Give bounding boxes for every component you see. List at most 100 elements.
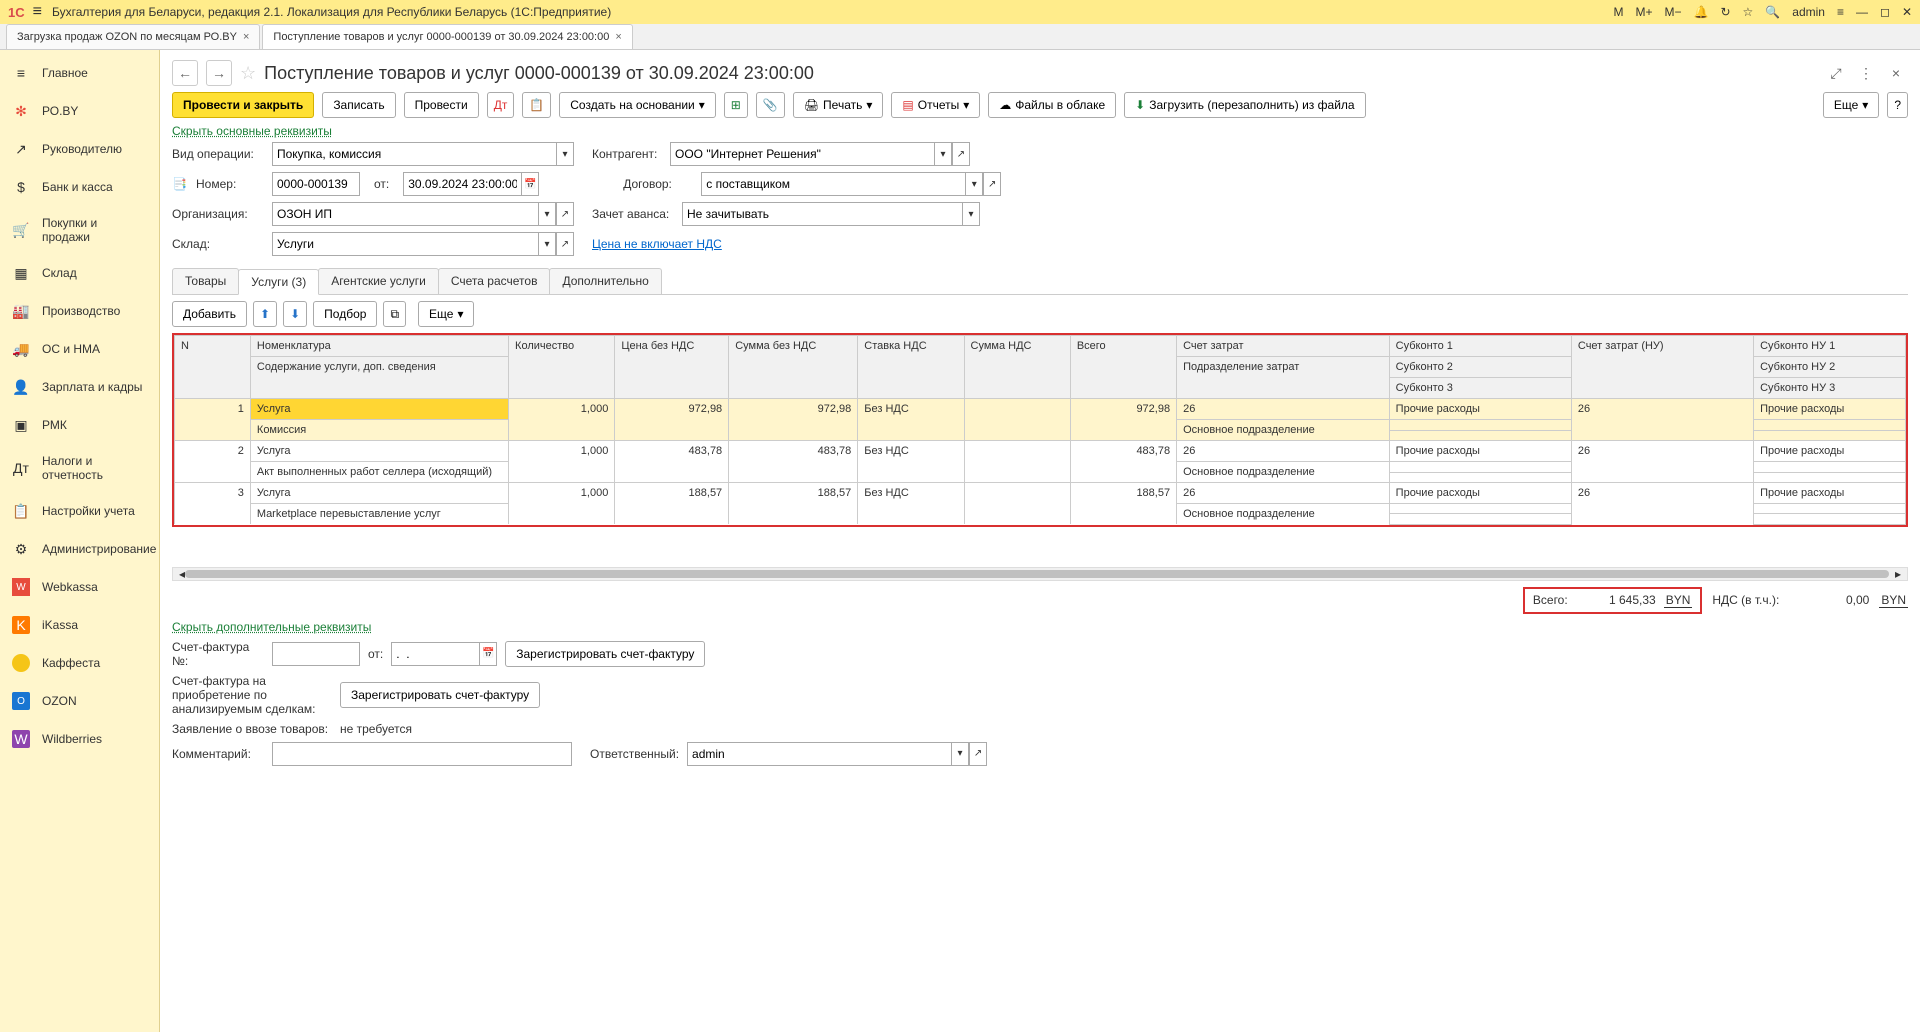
files-button[interactable]: ☁ Файлы в облаке — [988, 92, 1116, 118]
chevron-down-icon[interactable]: ▾ — [934, 142, 952, 166]
operation-type-field[interactable] — [272, 142, 556, 166]
sidebar-item-warehouse[interactable]: ▦Склад — [0, 254, 159, 292]
calendar-icon[interactable]: 📅 — [521, 172, 539, 196]
sidebar-item-taxes[interactable]: ДтНалоги и отчетность — [0, 444, 159, 492]
advance-field[interactable] — [682, 202, 962, 226]
sf-date-field[interactable] — [391, 642, 479, 666]
memory-mminus[interactable]: M− — [1665, 5, 1682, 19]
copy-icon[interactable]: 📋 — [522, 92, 551, 118]
table-row[interactable]: 1 Услуга 1,000 972,98 972,98 Без НДС 972… — [175, 399, 1906, 420]
open-icon[interactable]: ↗ — [556, 202, 574, 226]
col-costnu[interactable]: Счет затрат (НУ) — [1571, 336, 1753, 399]
close-icon[interactable]: × — [615, 31, 621, 43]
collapse-extra-link[interactable]: Скрыть дополнительные реквизиты — [172, 620, 1908, 634]
register-sf-acq-button[interactable]: Зарегистрировать счет-фактуру — [340, 682, 540, 708]
open-icon[interactable]: ↗ — [969, 742, 987, 766]
user-label[interactable]: admin — [1792, 5, 1825, 19]
col-vatrate[interactable]: Ставка НДС — [858, 336, 964, 399]
tab-accounts[interactable]: Счета расчетов — [438, 268, 551, 294]
post-close-button[interactable]: Провести и закрыть — [172, 92, 314, 118]
star-icon[interactable]: ☆ — [1743, 5, 1754, 19]
price-mode-link[interactable]: Цена не включает НДС — [592, 237, 722, 251]
sidebar-item-bank[interactable]: $Банк и касса — [0, 168, 159, 206]
number-field[interactable] — [272, 172, 360, 196]
excel-icon[interactable]: ⊞ — [724, 92, 748, 118]
scroll-right-icon[interactable]: ▸ — [1895, 567, 1901, 581]
tab-agent[interactable]: Агентские услуги — [318, 268, 439, 294]
search-icon[interactable]: 🔍 — [1765, 5, 1780, 19]
col-sum[interactable]: Сумма без НДС — [729, 336, 858, 399]
register-sf-button[interactable]: Зарегистрировать счет-фактуру — [505, 641, 705, 667]
sidebar-item-admin[interactable]: ⚙Администрирование — [0, 530, 159, 568]
attach-icon[interactable]: 📎 — [756, 92, 785, 118]
sidebar-item-hr[interactable]: 👤Зарплата и кадры — [0, 368, 159, 406]
col-sub2[interactable]: Субконто 2 — [1389, 357, 1571, 378]
col-sub3[interactable]: Субконто 3 — [1389, 378, 1571, 399]
responsible-field[interactable] — [687, 742, 951, 766]
col-dept[interactable]: Подразделение затрат — [1177, 357, 1390, 399]
create-on-basis-button[interactable]: Создать на основании ▾ — [559, 92, 716, 118]
sidebar-item-manager[interactable]: ↗Руководителю — [0, 130, 159, 168]
chevron-down-icon[interactable]: ▾ — [556, 142, 574, 166]
close-icon[interactable]: × — [243, 31, 249, 43]
close-icon[interactable]: ✕ — [1902, 5, 1912, 19]
memory-m[interactable]: M — [1614, 5, 1624, 19]
table-row[interactable]: 2 Услуга 1,000 483,78 483,78 Без НДС 483… — [175, 441, 1906, 462]
options-icon[interactable]: ⋮ — [1854, 61, 1878, 85]
sidebar-item-assets[interactable]: 🚚ОС и НМА — [0, 330, 159, 368]
nav-forward[interactable]: → — [206, 60, 232, 86]
contract-field[interactable] — [701, 172, 965, 196]
adjust-icon[interactable]: ⧉ — [383, 301, 406, 327]
calendar-icon[interactable]: 📅 — [479, 642, 497, 666]
col-n[interactable]: N — [175, 336, 251, 399]
chevron-down-icon[interactable]: ▾ — [965, 172, 983, 196]
reports-button[interactable]: ▤ Отчеты ▾ — [891, 92, 980, 118]
main-menu-icon[interactable]: ≡ — [33, 3, 42, 21]
scroll-thumb[interactable] — [185, 570, 1889, 578]
print-button[interactable]: 🖨 Печать ▾ — [793, 92, 884, 118]
memory-mplus[interactable]: M+ — [1636, 5, 1653, 19]
maximize-icon[interactable]: ◻ — [1880, 5, 1890, 19]
tab-extra[interactable]: Дополнительно — [549, 268, 661, 294]
sidebar-item-main[interactable]: ≡Главное — [0, 54, 159, 92]
col-price[interactable]: Цена без НДС — [615, 336, 729, 399]
chevron-down-icon[interactable]: ▾ — [538, 202, 556, 226]
table-more-button[interactable]: Еще ▾ — [418, 301, 474, 327]
sidebar-item-ozon[interactable]: ОOZON — [0, 682, 159, 720]
warehouse-field[interactable] — [272, 232, 538, 256]
sidebar-item-purchases[interactable]: 🛒Покупки и продажи — [0, 206, 159, 254]
col-subnu2[interactable]: Субконто НУ 2 — [1754, 357, 1906, 378]
app-tab-0[interactable]: Загрузка продаж OZON по месяцам РО.ВY × — [6, 24, 260, 49]
counterparty-field[interactable] — [670, 142, 934, 166]
open-icon[interactable]: ↗ — [952, 142, 970, 166]
more-button[interactable]: Еще ▾ — [1823, 92, 1879, 118]
favorite-icon[interactable]: ☆ — [240, 63, 256, 84]
sidebar-item-ikassa[interactable]: KiKassa — [0, 606, 159, 644]
sidebar-item-settings[interactable]: 📋Настройки учета — [0, 492, 159, 530]
sidebar-item-kaffesta[interactable]: Каффеста — [0, 644, 159, 682]
help-button[interactable]: ? — [1887, 92, 1908, 118]
col-nomen[interactable]: Номенклатура — [250, 336, 508, 357]
sidebar-item-rmk[interactable]: ▣РМК — [0, 406, 159, 444]
expand-icon[interactable]: ⤢ — [1824, 61, 1848, 85]
history-icon[interactable]: ↻ — [1720, 5, 1730, 19]
col-subnu1[interactable]: Субконто НУ 1 — [1754, 336, 1906, 357]
horizontal-scrollbar[interactable]: ◂ ▸ — [172, 567, 1908, 581]
col-total[interactable]: Всего — [1070, 336, 1176, 399]
sidebar-item-wildberries[interactable]: WWildberries — [0, 720, 159, 758]
date-field[interactable] — [403, 172, 521, 196]
move-down-icon[interactable]: ⬇ — [283, 301, 307, 327]
comment-field[interactable] — [272, 742, 572, 766]
col-sub1[interactable]: Субконто 1 — [1389, 336, 1571, 357]
col-costacc[interactable]: Счет затрат — [1177, 336, 1390, 357]
sidebar-item-webkassa[interactable]: WWebkassa — [0, 568, 159, 606]
minimize-icon[interactable]: — — [1856, 5, 1868, 19]
org-field[interactable] — [272, 202, 538, 226]
chevron-down-icon[interactable]: ▾ — [951, 742, 969, 766]
close-icon[interactable]: × — [1884, 61, 1908, 85]
col-subnu3[interactable]: Субконто НУ 3 — [1754, 378, 1906, 399]
save-button[interactable]: Записать — [322, 92, 395, 118]
add-button[interactable]: Добавить — [172, 301, 247, 327]
tab-services[interactable]: Услуги (3) — [238, 269, 319, 295]
collapse-main-link[interactable]: Скрыть основные реквизиты — [172, 124, 1908, 138]
